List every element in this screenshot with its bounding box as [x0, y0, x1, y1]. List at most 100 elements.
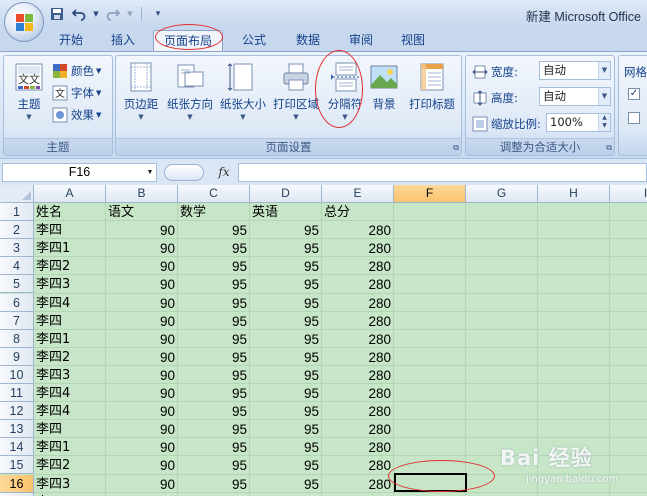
cell-d15[interactable]: 95 — [250, 456, 322, 474]
cell-e6[interactable]: 280 — [322, 294, 394, 312]
column-header-a[interactable]: A — [34, 185, 106, 203]
cell-a4[interactable]: 李四2 — [34, 257, 106, 275]
cell-a2[interactable]: 李四 — [34, 221, 106, 239]
cell-d6[interactable]: 95 — [250, 294, 322, 312]
cell-cpartial[interactable] — [178, 493, 250, 496]
cell-c6[interactable]: 95 — [178, 294, 250, 312]
cell-apartial[interactable]: 李四 — [34, 493, 106, 496]
scale-spinner[interactable]: 100% ▲ ▼ — [546, 113, 611, 132]
cell-c12[interactable]: 95 — [178, 402, 250, 420]
cell-d2[interactable]: 95 — [250, 221, 322, 239]
name-box[interactable]: F16 ▼ — [2, 163, 157, 182]
row-header[interactable] — [0, 492, 34, 496]
formula-expand-button[interactable] — [164, 164, 204, 181]
row-header[interactable]: 9 — [0, 347, 34, 366]
width-select[interactable]: 自动 ▼ — [539, 61, 611, 80]
cell-epartial[interactable] — [322, 493, 394, 496]
effects-button[interactable]: 效果 ▼ — [52, 105, 101, 125]
row-header[interactable]: 6 — [0, 293, 34, 312]
column-header-b[interactable]: B — [106, 185, 178, 203]
column-header-i[interactable]: I — [610, 185, 647, 203]
cell-c4[interactable]: 95 — [178, 257, 250, 275]
gridlines-print-checkbox[interactable] — [628, 112, 640, 124]
customize-qat-icon[interactable]: ▾ — [149, 5, 167, 23]
row-header[interactable]: 11 — [0, 384, 34, 403]
cell-d5[interactable]: 95 — [250, 275, 322, 293]
orientation-button[interactable]: 纸张方向 ▼ — [164, 59, 216, 139]
save-icon[interactable] — [48, 5, 66, 23]
cell-c7[interactable]: 95 — [178, 312, 250, 330]
margins-button[interactable]: 页边距 ▼ — [118, 59, 164, 139]
cell-e13[interactable]: 280 — [322, 420, 394, 438]
cell-d14[interactable]: 95 — [250, 438, 322, 456]
cell-d13[interactable]: 95 — [250, 420, 322, 438]
row-header[interactable]: 10 — [0, 365, 34, 384]
tab-review[interactable]: 审阅 — [339, 30, 383, 51]
row-header[interactable]: 7 — [0, 311, 34, 330]
breaks-button[interactable]: 分隔符 ▼ — [322, 59, 368, 139]
cell-c14[interactable]: 95 — [178, 438, 250, 456]
themes-button[interactable]: 文文 主题 ▼ — [6, 59, 52, 139]
cell-c5[interactable]: 95 — [178, 275, 250, 293]
redo-icon[interactable] — [104, 5, 122, 23]
row-header[interactable]: 1 — [0, 203, 34, 222]
cell-d1[interactable]: 英语 — [250, 203, 322, 221]
cell-b6[interactable]: 90 — [106, 294, 178, 312]
row-header[interactable]: 3 — [0, 239, 34, 258]
tab-formulas[interactable]: 公式 — [232, 30, 276, 51]
cell-d4[interactable]: 95 — [250, 257, 322, 275]
cell-e14[interactable]: 280 — [322, 438, 394, 456]
dialog-launcher-icon[interactable]: ⧉ — [453, 143, 459, 153]
cell-e1[interactable]: 总分 — [322, 203, 394, 221]
tab-home[interactable]: 开始 — [50, 30, 92, 51]
fonts-button[interactable]: 文 字体 ▼ — [52, 83, 101, 103]
tab-insert[interactable]: 插入 — [102, 30, 144, 51]
cell-b1[interactable]: 语文 — [106, 203, 178, 221]
chevron-down-icon[interactable]: ▼ — [144, 164, 156, 181]
cell-d16[interactable]: 95 — [250, 475, 322, 493]
cell-a15[interactable]: 李四2 — [34, 456, 106, 474]
cell-b8[interactable]: 90 — [106, 330, 178, 348]
row-header[interactable]: 5 — [0, 275, 34, 294]
row-header[interactable]: 4 — [0, 257, 34, 276]
column-header-e[interactable]: E — [322, 185, 394, 203]
column-header-g[interactable]: G — [466, 185, 538, 203]
cell-b2[interactable]: 90 — [106, 221, 178, 239]
spinner-arrows-icon[interactable]: ▲ ▼ — [598, 114, 610, 131]
cell-b4[interactable]: 90 — [106, 257, 178, 275]
tab-data[interactable]: 数据 — [286, 30, 330, 51]
cell-b3[interactable]: 90 — [106, 239, 178, 257]
cell-e7[interactable]: 280 — [322, 312, 394, 330]
cell-b10[interactable]: 90 — [106, 366, 178, 384]
cell-b14[interactable]: 90 — [106, 438, 178, 456]
column-header-h[interactable]: H — [538, 185, 610, 203]
cell-d11[interactable]: 95 — [250, 384, 322, 402]
row-header[interactable]: 16 — [0, 474, 34, 493]
cell-e2[interactable]: 280 — [322, 221, 394, 239]
cell-b7[interactable]: 90 — [106, 312, 178, 330]
row-header[interactable]: 8 — [0, 329, 34, 348]
cell-a1[interactable]: 姓名 — [34, 203, 106, 221]
cell-b12[interactable]: 90 — [106, 402, 178, 420]
cell-d3[interactable]: 95 — [250, 239, 322, 257]
cell-a13[interactable]: 李四 — [34, 420, 106, 438]
cell-c8[interactable]: 95 — [178, 330, 250, 348]
cell-e3[interactable]: 280 — [322, 239, 394, 257]
undo-dropdown-icon[interactable]: ▼ — [92, 5, 100, 23]
cell-c15[interactable]: 95 — [178, 456, 250, 474]
cell-d9[interactable]: 95 — [250, 348, 322, 366]
cell-a9[interactable]: 李四2 — [34, 348, 106, 366]
size-button[interactable]: 纸张大小 ▼ — [217, 59, 269, 139]
cell-a12[interactable]: 李四4 — [34, 402, 106, 420]
cell-c9[interactable]: 95 — [178, 348, 250, 366]
print-area-button[interactable]: 打印区域 ▼ — [270, 59, 322, 139]
cell-d12[interactable]: 95 — [250, 402, 322, 420]
tab-view[interactable]: 视图 — [391, 30, 435, 51]
cell-bpartial[interactable] — [106, 493, 178, 496]
cell-c16[interactable]: 95 — [178, 475, 250, 493]
cell-a6[interactable]: 李四4 — [34, 294, 106, 312]
print-titles-button[interactable]: 打印标题 — [405, 59, 459, 139]
insert-function-icon[interactable]: fx — [212, 163, 236, 182]
undo-icon[interactable] — [70, 5, 88, 23]
background-button[interactable]: 背景 — [366, 59, 402, 139]
